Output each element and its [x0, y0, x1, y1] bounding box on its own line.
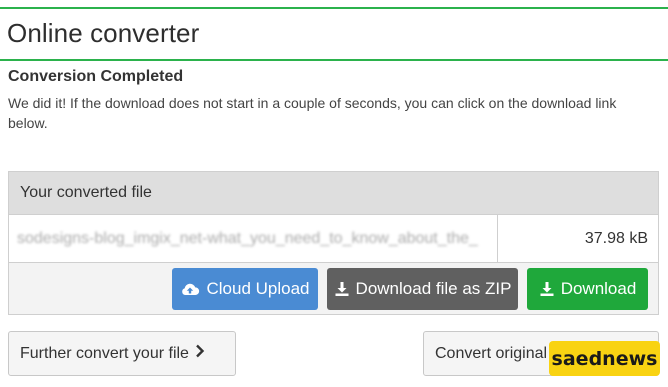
convert-original-label: Convert original: [435, 344, 548, 362]
chevron-right-icon: [195, 344, 205, 363]
page-title: Online converter: [7, 18, 200, 48]
saednews-watermark: saednews: [549, 341, 660, 376]
download-icon: [539, 281, 555, 297]
top-accent-rule: [0, 7, 668, 9]
download-label: Download: [560, 279, 637, 298]
file-size: 37.98 kB: [584, 230, 648, 247]
panel-header: Your converted file: [9, 172, 658, 215]
cloud-upload-label: Cloud Upload: [206, 279, 310, 298]
title-accent-rule: [0, 59, 668, 61]
status-message: We did it! If the download does not star…: [8, 95, 617, 131]
file-row: sodesigns-blog_imgix_net-what_you_need_t…: [9, 215, 658, 263]
cloud-upload-icon: [180, 281, 200, 297]
file-name[interactable]: sodesigns-blog_imgix_net-what_you_need_t…: [17, 230, 505, 250]
further-convert-button[interactable]: Further convert your file: [8, 331, 236, 376]
status-heading: Conversion Completed: [8, 68, 184, 85]
file-row-divider: [497, 215, 498, 262]
cloud-upload-button[interactable]: Cloud Upload: [172, 268, 318, 310]
download-button[interactable]: Download: [527, 268, 648, 310]
download-zip-label: Download file as ZIP: [355, 279, 512, 298]
download-icon: [334, 281, 350, 297]
download-zip-button[interactable]: Download file as ZIP: [327, 268, 518, 310]
further-convert-label: Further convert your file: [20, 344, 189, 362]
